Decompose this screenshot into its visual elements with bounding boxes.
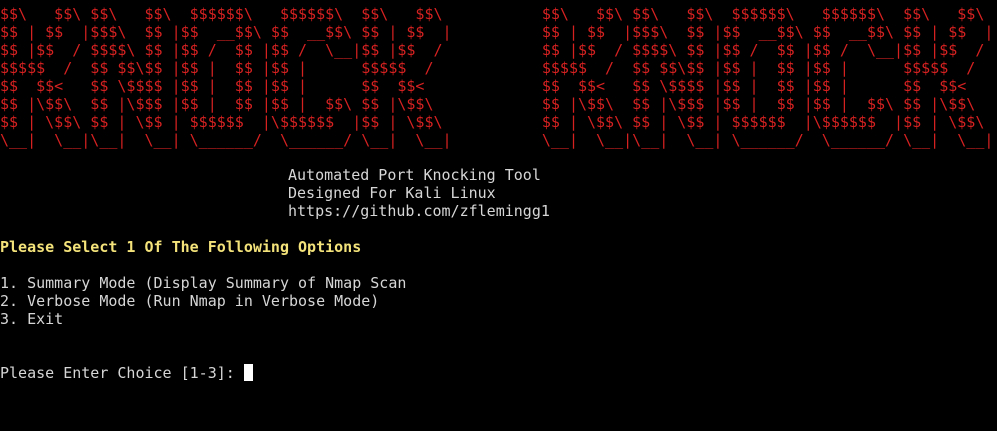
text-cursor xyxy=(243,364,253,381)
banner-line: $$$$$ / $$ $$\$$ |$$ | $$ |$$ | $$$$$ / … xyxy=(0,59,976,77)
terminal-window: $$\ $$\ $$\ $$\ $$$$$$\ $$$$$$\ $$\ $$\ … xyxy=(0,0,997,431)
banner-line: $$\ $$\ $$\ $$\ $$$$$$\ $$$$$$\ $$\ $$\ … xyxy=(0,5,985,23)
banner-line: $$ | \$$\ $$ | \$$ | $$$$$$ |\$$$$$$ |$$… xyxy=(0,113,985,131)
tool-title: Automated Port Knocking Tool xyxy=(288,166,541,184)
banner-line: \__| \__|\__| \__| \______/ \______/ \__… xyxy=(0,131,994,149)
banner-line: $$ | $$ |$$$\ $$ |$$ __$$\ $$ __$$\ $$ |… xyxy=(0,23,994,41)
tool-platform: Designed For Kali Linux xyxy=(288,184,496,202)
menu-option-exit: 3. Exit xyxy=(0,310,64,328)
banner-line: $$ |$$ / $$$$\ $$ |$$ / $$ |$$ / \__|$$ … xyxy=(0,41,985,59)
choice-prompt-label: Please Enter Choice [1-3]: xyxy=(0,364,244,382)
menu-option-summary: 1. Summary Mode (Display Summary of Nmap… xyxy=(0,274,407,292)
banner-line: $$ |\$$\ $$ |\$$$ |$$ | $$ |$$ | $$\ $$ … xyxy=(0,95,976,113)
menu-option-verbose: 2. Verbose Mode (Run Nmap in Verbose Mod… xyxy=(0,292,380,310)
tool-url: https://github.com/zflemingg1 xyxy=(288,202,550,220)
choice-prompt[interactable]: Please Enter Choice [1-3]: xyxy=(0,364,253,382)
banner-line: $$ $$< $$ \$$$$ |$$ | $$ |$$ | $$ $$< $$… xyxy=(0,77,967,95)
menu-heading: Please Select 1 Of The Following Options xyxy=(0,238,362,256)
